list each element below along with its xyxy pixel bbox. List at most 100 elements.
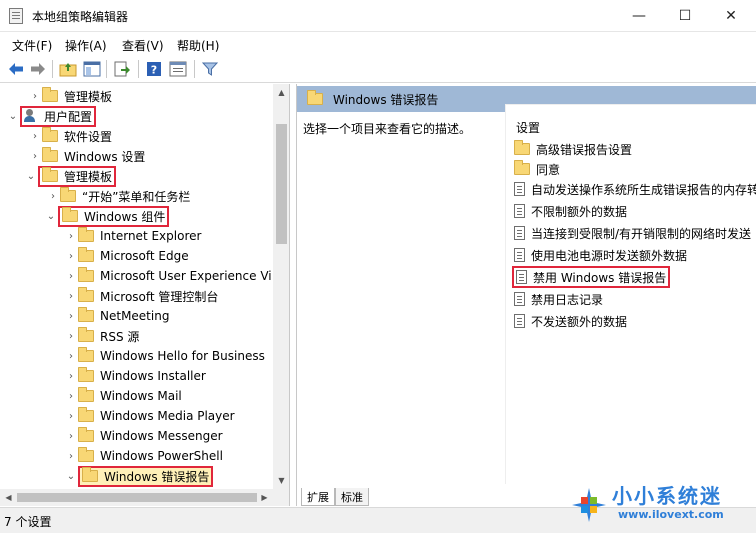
folder-icon [78, 267, 94, 282]
folder-icon [42, 147, 58, 162]
chevron-right-icon[interactable]: › [64, 271, 78, 282]
minimize-button[interactable]: — [616, 0, 662, 32]
tree-pane[interactable]: › 管理模板 ⌄ 用户配置 › 软件设置 › Windows 设置 ⌄ 管理模板… [0, 84, 290, 489]
tree-item-internet-explorer[interactable]: › Internet Explorer [64, 226, 201, 246]
scroll-right-icon[interactable]: ▶ [256, 489, 273, 506]
tree-item-windows-messenger[interactable]: › Windows Messenger [64, 426, 223, 446]
tab-extended[interactable]: 扩展 [301, 488, 335, 506]
tree-vertical-scrollbar[interactable]: ▲ ▼ [273, 84, 289, 489]
column-header-setting[interactable]: 设置 [516, 119, 540, 136]
folder-icon [78, 287, 94, 302]
tree-item-label: Windows Installer [100, 369, 206, 383]
tree-item-label: Windows 设置 [64, 149, 146, 164]
chevron-right-icon[interactable]: › [28, 91, 42, 102]
tree-item-windows-components[interactable]: ⌄ Windows 组件 [44, 205, 170, 227]
chevron-right-icon[interactable]: › [64, 231, 78, 242]
tree-item-windows-error-reporting[interactable]: ⌄ Windows 错误报告 [64, 465, 214, 487]
tree-item-netmeeting[interactable]: › NetMeeting [64, 306, 169, 326]
tree-item-mmc[interactable]: › Microsoft 管理控制台 [64, 286, 218, 306]
folder-icon [78, 367, 94, 382]
chevron-right-icon[interactable]: › [64, 391, 78, 402]
highlight-box: 用户配置 [20, 105, 97, 127]
list-item[interactable]: 高级错误报告设置 [514, 139, 632, 159]
policy-setting-icon [514, 314, 525, 328]
tab-standard[interactable]: 标准 [335, 488, 369, 506]
tree-item-windows-mail[interactable]: › Windows Mail [64, 386, 182, 406]
tree-item-label: 管理模板 [64, 169, 113, 184]
tree-item-microsoft-edge[interactable]: › Microsoft Edge [64, 246, 189, 266]
menu-help[interactable]: 帮助(H) [177, 37, 219, 54]
chevron-right-icon[interactable]: › [64, 431, 78, 442]
user-config-icon [24, 109, 40, 123]
menu-action[interactable]: 操作(A) [65, 37, 107, 54]
list-item-label: 禁用日志记录 [531, 292, 604, 307]
list-item[interactable]: 不发送额外的数据 [514, 311, 627, 331]
tree-item-start-menu-taskbar[interactable]: › “开始”菜单和任务栏 [46, 186, 190, 206]
tree-item-admin-templates-user[interactable]: ⌄ 管理模板 [24, 165, 117, 187]
list-item[interactable]: 使用电池电源时发送额外数据 [514, 245, 687, 265]
chevron-right-icon[interactable]: › [64, 411, 78, 422]
list-item[interactable]: 当连接到受限制/有开销限制的网络时发送 [514, 223, 751, 243]
highlight-box: Windows 组件 [58, 205, 170, 227]
chevron-right-icon[interactable]: › [28, 131, 42, 142]
scroll-up-icon[interactable]: ▲ [273, 84, 289, 101]
tree-item-windows-hello[interactable]: › Windows Hello for Business [64, 346, 265, 366]
chevron-down-icon[interactable]: ⌄ [6, 111, 20, 122]
chevron-down-icon[interactable]: ⌄ [44, 211, 58, 222]
scroll-down-icon[interactable]: ▼ [273, 472, 289, 489]
scrollbar-thumb[interactable] [17, 493, 257, 502]
export-list-icon[interactable] [112, 59, 132, 79]
scroll-left-icon[interactable]: ◀ [0, 489, 17, 506]
forward-icon[interactable] [28, 59, 48, 79]
list-item[interactable]: 自动发送操作系统所生成错误报告的内存转 [514, 179, 756, 199]
folder-icon [42, 167, 58, 182]
tree-item-admin-templates-computer[interactable]: › 管理模板 [28, 86, 112, 106]
tree-item-software-settings[interactable]: › 软件设置 [28, 126, 112, 146]
list-item[interactable]: 禁用日志记录 [514, 289, 603, 309]
tree-item-windows-settings[interactable]: › Windows 设置 [28, 146, 145, 166]
chevron-right-icon[interactable]: › [64, 291, 78, 302]
chevron-down-icon[interactable]: ⌄ [24, 171, 38, 182]
chevron-right-icon[interactable]: › [64, 331, 78, 342]
tree-item-label: Windows Media Player [100, 409, 235, 423]
settings-list: 设置 高级错误报告设置 同意 自动发送操作系统所生成错误报告的内存转 不限制额外… [505, 104, 756, 484]
folder-icon [514, 160, 530, 175]
tree-horizontal-scrollbar[interactable]: ◀ ▶ [0, 489, 290, 506]
tree-item-label: NetMeeting [100, 309, 170, 323]
tree-item-label: Windows 错误报告 [104, 469, 210, 484]
list-item[interactable]: 同意 [514, 159, 560, 179]
maximize-button[interactable]: ☐ [662, 0, 708, 32]
tree-item-user-configuration[interactable]: ⌄ 用户配置 [6, 105, 97, 127]
watermark: 小小系统迷 www.ilovext.com [568, 478, 754, 530]
filter-icon[interactable] [200, 59, 220, 79]
list-item-disable-wer[interactable]: 禁用 Windows 错误报告 [512, 266, 671, 288]
chevron-down-icon[interactable]: ⌄ [64, 471, 78, 482]
show-tree-icon[interactable] [82, 59, 102, 79]
list-item[interactable]: 不限制额外的数据 [514, 201, 627, 221]
back-icon[interactable] [6, 59, 26, 79]
properties-icon[interactable] [168, 59, 188, 79]
tree-item-windows-powershell[interactable]: › Windows PowerShell [64, 446, 223, 466]
help-icon[interactable]: ? [144, 59, 164, 79]
menu-view[interactable]: 查看(V) [122, 37, 164, 54]
chevron-right-icon[interactable]: › [64, 311, 78, 322]
chevron-right-icon[interactable]: › [64, 451, 78, 462]
up-folder-icon[interactable] [58, 59, 78, 79]
list-item-label: 自动发送操作系统所生成错误报告的内存转 [531, 182, 756, 197]
view-tabs: 扩展 标准 [301, 488, 369, 506]
scrollbar-thumb[interactable] [276, 124, 287, 244]
tree-item-windows-installer[interactable]: › Windows Installer [64, 366, 206, 386]
details-header-title: Windows 错误报告 [333, 92, 439, 107]
tree-item-windows-media-player[interactable]: › Windows Media Player [64, 406, 235, 426]
menu-file[interactable]: 文件(F) [12, 37, 52, 54]
watermark-url: www.ilovext.com [618, 508, 724, 521]
chevron-right-icon[interactable]: › [64, 251, 78, 262]
chevron-right-icon[interactable]: › [46, 191, 60, 202]
chevron-right-icon[interactable]: › [28, 151, 42, 162]
tree-item-rss[interactable]: › RSS 源 [64, 326, 139, 346]
close-button[interactable]: ✕ [708, 0, 754, 32]
list-item-label: 不发送额外的数据 [531, 314, 628, 329]
tree-item-microsoft-user-experience[interactable]: › Microsoft User Experience Vi [64, 266, 272, 286]
chevron-right-icon[interactable]: › [64, 351, 78, 362]
chevron-right-icon[interactable]: › [64, 371, 78, 382]
